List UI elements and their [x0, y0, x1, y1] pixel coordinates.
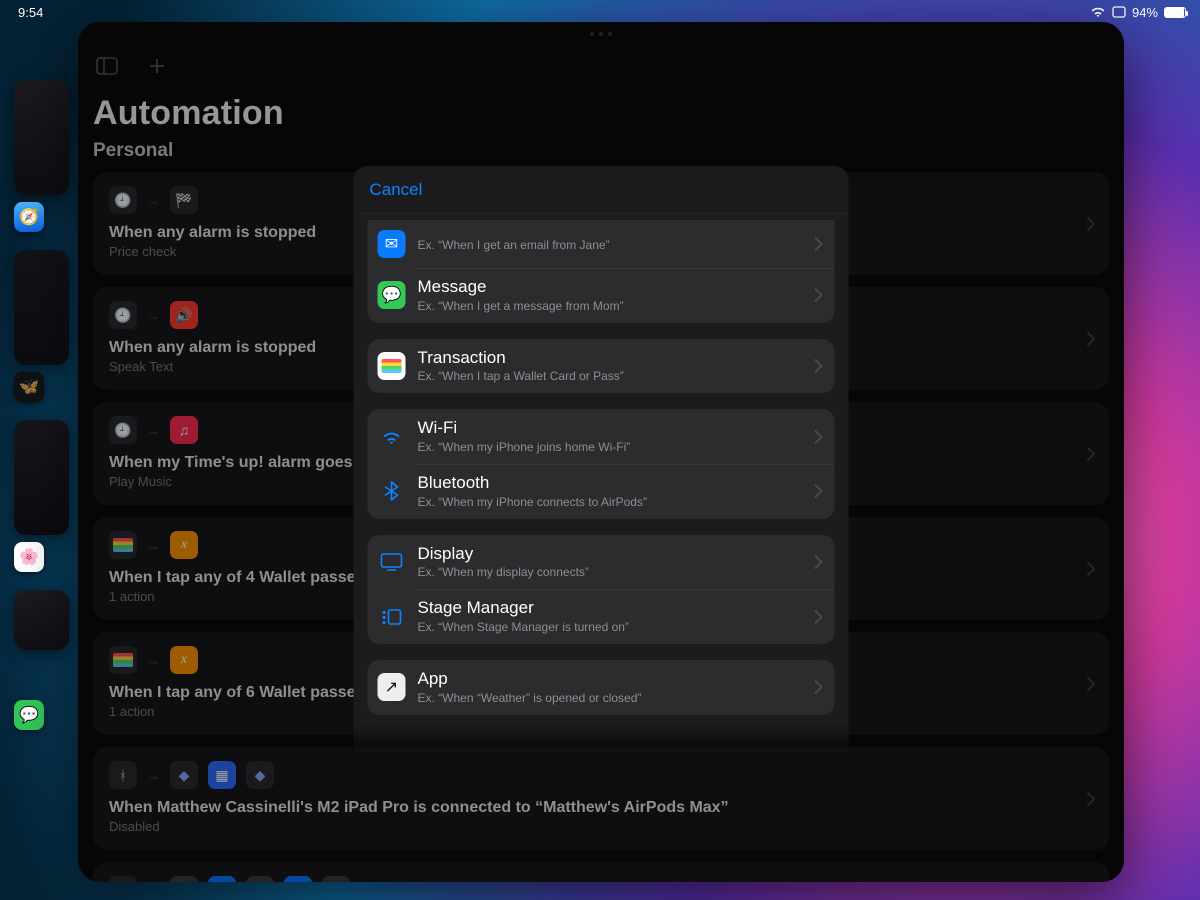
trigger-group-display: Display Ex. “When my display connects” S…	[368, 535, 835, 644]
row-title: Message	[418, 278, 624, 297]
battery-icon	[1164, 7, 1186, 18]
safari-app-icon[interactable]: 🧭	[14, 202, 44, 232]
wifi-icon	[1090, 6, 1106, 18]
message-icon: 💬	[378, 281, 406, 309]
trigger-group-wallet: Transaction Ex. “When I tap a Wallet Car…	[368, 339, 835, 394]
row-example: Ex. “When “Weather” is opened or closed”	[418, 691, 642, 705]
messages-app-icon[interactable]: 💬	[14, 700, 44, 730]
trigger-group-connectivity: Wi-Fi Ex. “When my iPhone joins home Wi-…	[368, 409, 835, 518]
chevron-right-icon	[815, 359, 823, 373]
row-title: Bluetooth	[418, 474, 647, 493]
row-example: Ex. “When I tap a Wallet Card or Pass”	[418, 369, 624, 383]
stage-manager-pile[interactable]	[14, 420, 69, 535]
cancel-button[interactable]: Cancel	[370, 180, 423, 200]
automation-trigger-sheet: Cancel ✉︎ Email Ex. “When I get an email…	[354, 166, 849, 756]
stage-manager-icon	[378, 603, 406, 631]
wifi-icon	[378, 423, 406, 451]
stage-manager-pile[interactable]	[14, 80, 69, 195]
app-icon: ↗	[378, 673, 406, 701]
status-time: 9:54	[18, 5, 43, 20]
chevron-right-icon	[815, 555, 823, 569]
trigger-row-bluetooth[interactable]: Bluetooth Ex. “When my iPhone connects t…	[368, 464, 835, 519]
stage-manager-pile[interactable]	[14, 590, 69, 650]
trigger-group-communication: ✉︎ Email Ex. “When I get an email from J…	[368, 220, 835, 323]
row-title: App	[418, 670, 642, 689]
bear-app-icon[interactable]: 🦋	[14, 372, 44, 402]
trigger-row-display[interactable]: Display Ex. “When my display connects”	[368, 535, 835, 590]
chevron-right-icon	[815, 430, 823, 444]
trigger-row-message[interactable]: 💬 Message Ex. “When I get a message from…	[368, 268, 835, 323]
battery-pct: 94%	[1132, 5, 1158, 20]
stage-manager-pile[interactable]	[14, 250, 69, 365]
orientation-lock-icon	[1112, 6, 1126, 18]
chevron-right-icon	[815, 484, 823, 498]
row-title: Wi-Fi	[418, 419, 631, 438]
chevron-right-icon	[815, 288, 823, 302]
trigger-row-wifi[interactable]: Wi-Fi Ex. “When my iPhone joins home Wi-…	[368, 409, 835, 464]
wallet-icon	[378, 352, 406, 380]
chevron-right-icon	[815, 610, 823, 624]
trigger-row-email[interactable]: ✉︎ Email Ex. “When I get an email from J…	[368, 220, 835, 268]
photos-app-icon[interactable]: 🌸	[14, 542, 44, 572]
row-example: Ex. “When I get a message from Mom”	[418, 299, 624, 313]
trigger-row-app[interactable]: ↗ App Ex. “When “Weather” is opened or c…	[368, 660, 835, 715]
trigger-group-app: ↗ App Ex. “When “Weather” is opened or c…	[368, 660, 835, 715]
status-bar: 9:54 94%	[0, 0, 1200, 22]
row-title: Display	[418, 545, 589, 564]
bluetooth-icon	[378, 477, 406, 505]
row-example: Ex. “When my display connects”	[418, 565, 589, 579]
row-title: Transaction	[418, 349, 624, 368]
mail-icon: ✉︎	[378, 230, 406, 258]
chevron-right-icon	[815, 680, 823, 694]
display-icon	[378, 548, 406, 576]
row-example: Ex. “When Stage Manager is turned on”	[418, 620, 629, 634]
trigger-row-stage-manager[interactable]: Stage Manager Ex. “When Stage Manager is…	[368, 589, 835, 644]
shortcuts-window: Automation Personal 🕘 → 🏁 When any alarm…	[78, 22, 1124, 882]
row-example: Ex. “When my iPhone connects to AirPods”	[418, 495, 647, 509]
row-title: Stage Manager	[418, 599, 629, 618]
trigger-row-transaction[interactable]: Transaction Ex. “When I tap a Wallet Car…	[368, 339, 835, 394]
row-example: Ex. “When my iPhone joins home Wi-Fi”	[418, 440, 631, 454]
chevron-right-icon	[815, 237, 823, 251]
row-example: Ex. “When I get an email from Jane”	[418, 238, 610, 252]
